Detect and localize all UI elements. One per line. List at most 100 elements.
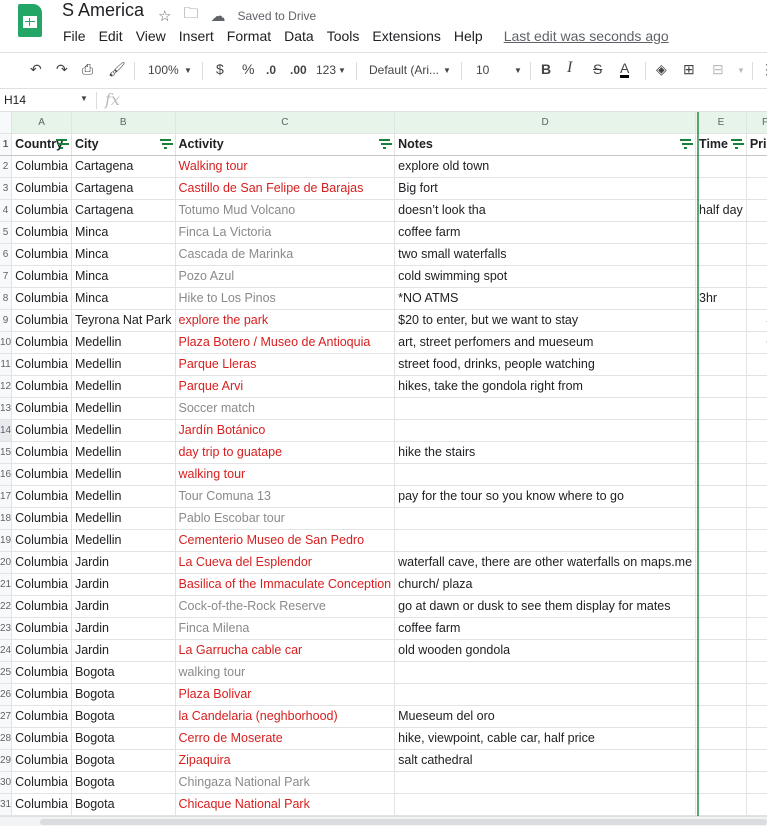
cell-time[interactable] [695, 661, 747, 684]
row-header[interactable]: 17 [0, 485, 13, 508]
cell-activity[interactable]: day trip to guatape [175, 441, 396, 464]
number-format-button[interactable]: 123 [316, 63, 336, 77]
row-header[interactable]: 27 [0, 705, 13, 728]
cell-time[interactable] [695, 705, 747, 728]
cell-notes[interactable] [394, 463, 697, 486]
cell-time[interactable] [695, 243, 747, 266]
paint-format-icon[interactable]: 🖌 [108, 61, 126, 78]
cell-price[interactable]: 5 [746, 463, 767, 486]
row-header[interactable]: 16 [0, 463, 13, 486]
increase-decimal-button[interactable]: .00 [290, 63, 307, 77]
row-header[interactable]: 21 [0, 573, 13, 596]
cell-notes[interactable] [394, 397, 697, 420]
cell-notes[interactable]: salt cathedral [394, 749, 697, 772]
cell-price[interactable]: 18 [746, 177, 767, 200]
name-box[interactable]: H14 [4, 93, 90, 107]
cell-activity[interactable]: Tour Comuna 13 [175, 485, 396, 508]
cell-country[interactable]: Columbia [11, 353, 72, 376]
cell-country[interactable]: Columbia [11, 441, 72, 464]
cell-activity[interactable]: walking tour [175, 463, 396, 486]
cell-country[interactable]: Columbia [11, 265, 72, 288]
menu-edit[interactable]: Edit [99, 28, 129, 44]
chevron-down-icon[interactable]: ▼ [514, 66, 522, 75]
header-cell[interactable]: Notes [394, 133, 697, 156]
cell-time[interactable] [695, 683, 747, 706]
row-header[interactable]: 13 [0, 397, 13, 420]
cell-country[interactable]: Columbia [11, 639, 72, 662]
cell-activity[interactable]: Cock-of-the-Rock Reserve [175, 595, 396, 618]
row-header[interactable]: 9 [0, 309, 13, 332]
cell-time[interactable] [695, 507, 747, 530]
cell-time[interactable] [695, 771, 747, 794]
cell-price[interactable]: 13 [746, 397, 767, 420]
move-folder-icon[interactable]: 🗀 [183, 3, 198, 28]
cell-activity[interactable]: Castillo de San Felipe de Barajas [175, 177, 396, 200]
filter-icon[interactable] [55, 138, 67, 149]
cell-price[interactable]: 5 [746, 661, 767, 684]
last-edit-link[interactable]: Last edit was seconds ago [504, 28, 675, 44]
star-icon[interactable]: ☆ [158, 7, 171, 25]
sheets-logo-icon[interactable] [18, 4, 42, 37]
cell-notes[interactable] [394, 507, 697, 530]
cell-country[interactable]: Columbia [11, 749, 72, 772]
cell-notes[interactable] [394, 683, 697, 706]
filter-icon[interactable] [680, 138, 692, 149]
row-header[interactable]: 6 [0, 243, 13, 266]
cell-price[interactable] [746, 639, 767, 662]
row-header[interactable]: 28 [0, 727, 13, 750]
row-header[interactable]: 25 [0, 661, 13, 684]
cell-city[interactable]: Bogota [71, 727, 176, 750]
cell-city[interactable]: Bogota [71, 749, 176, 772]
header-cell[interactable]: City [71, 133, 176, 156]
cell-activity[interactable]: Hike to Los Pinos [175, 287, 396, 310]
undo-icon[interactable]: ↶ [30, 61, 42, 78]
filter-icon[interactable] [379, 138, 391, 149]
cell-country[interactable]: Columbia [11, 617, 72, 640]
cell-activity[interactable]: Walking tour [175, 155, 396, 178]
horizontal-scrollbar[interactable] [0, 816, 767, 826]
cell-time[interactable] [695, 375, 747, 398]
cell-city[interactable]: Medellin [71, 397, 176, 420]
print-icon[interactable]: ⎙ [82, 61, 93, 78]
cell-city[interactable]: Medellin [71, 529, 176, 552]
cell-time[interactable]: 3hr [695, 287, 747, 310]
cell-notes[interactable]: two small waterfalls [394, 243, 697, 266]
row-header[interactable]: 29 [0, 749, 13, 772]
row-header[interactable]: 26 [0, 683, 13, 706]
cell-time[interactable] [695, 353, 747, 376]
row-header[interactable]: 1 [0, 133, 13, 156]
cell-activity[interactable]: Zipaquira [175, 749, 396, 772]
cell-activity[interactable]: Pablo Escobar tour [175, 507, 396, 530]
header-cell[interactable]: Activity [175, 133, 396, 156]
cell-activity[interactable]: Totumo Mud Volcano [175, 199, 396, 222]
cell-time[interactable] [695, 331, 747, 354]
cell-activity[interactable]: Basilica of the Immaculate Conception [175, 573, 396, 596]
cell-activity[interactable]: Cerro de Moserate [175, 727, 396, 750]
cell-activity[interactable]: Cascada de Marinka [175, 243, 396, 266]
cell-city[interactable]: Medellin [71, 463, 176, 486]
cell-notes[interactable]: hike, viewpoint, cable car, half price [394, 727, 697, 750]
cell-country[interactable]: Columbia [11, 705, 72, 728]
row-header[interactable]: 4 [0, 199, 13, 222]
row-header[interactable]: 20 [0, 551, 13, 574]
cell-price[interactable] [746, 441, 767, 464]
cell-notes[interactable]: coffee farm [394, 221, 697, 244]
cell-notes[interactable]: cold swimming spot [394, 265, 697, 288]
strikethrough-button[interactable]: S [593, 61, 602, 77]
row-header[interactable]: 18 [0, 507, 13, 530]
menu-insert[interactable]: Insert [179, 28, 220, 44]
cell-country[interactable]: Columbia [11, 309, 72, 332]
cell-notes[interactable]: waterfall cave, there are other waterfal… [394, 551, 697, 574]
cell-city[interactable]: Minca [71, 243, 176, 266]
borders-icon[interactable]: ⊞ [683, 61, 695, 78]
cell-notes[interactable] [394, 661, 697, 684]
fill-color-icon[interactable]: ◈ [656, 61, 667, 78]
cell-city[interactable]: Bogota [71, 683, 176, 706]
column-header-b[interactable]: B [71, 112, 176, 134]
cell-city[interactable]: Bogota [71, 771, 176, 794]
cell-time[interactable] [695, 265, 747, 288]
row-header[interactable]: 22 [0, 595, 13, 618]
cell-city[interactable]: Medellin [71, 331, 176, 354]
percent-button[interactable]: % [242, 61, 254, 77]
cell-activity[interactable]: Parque Lleras [175, 353, 396, 376]
